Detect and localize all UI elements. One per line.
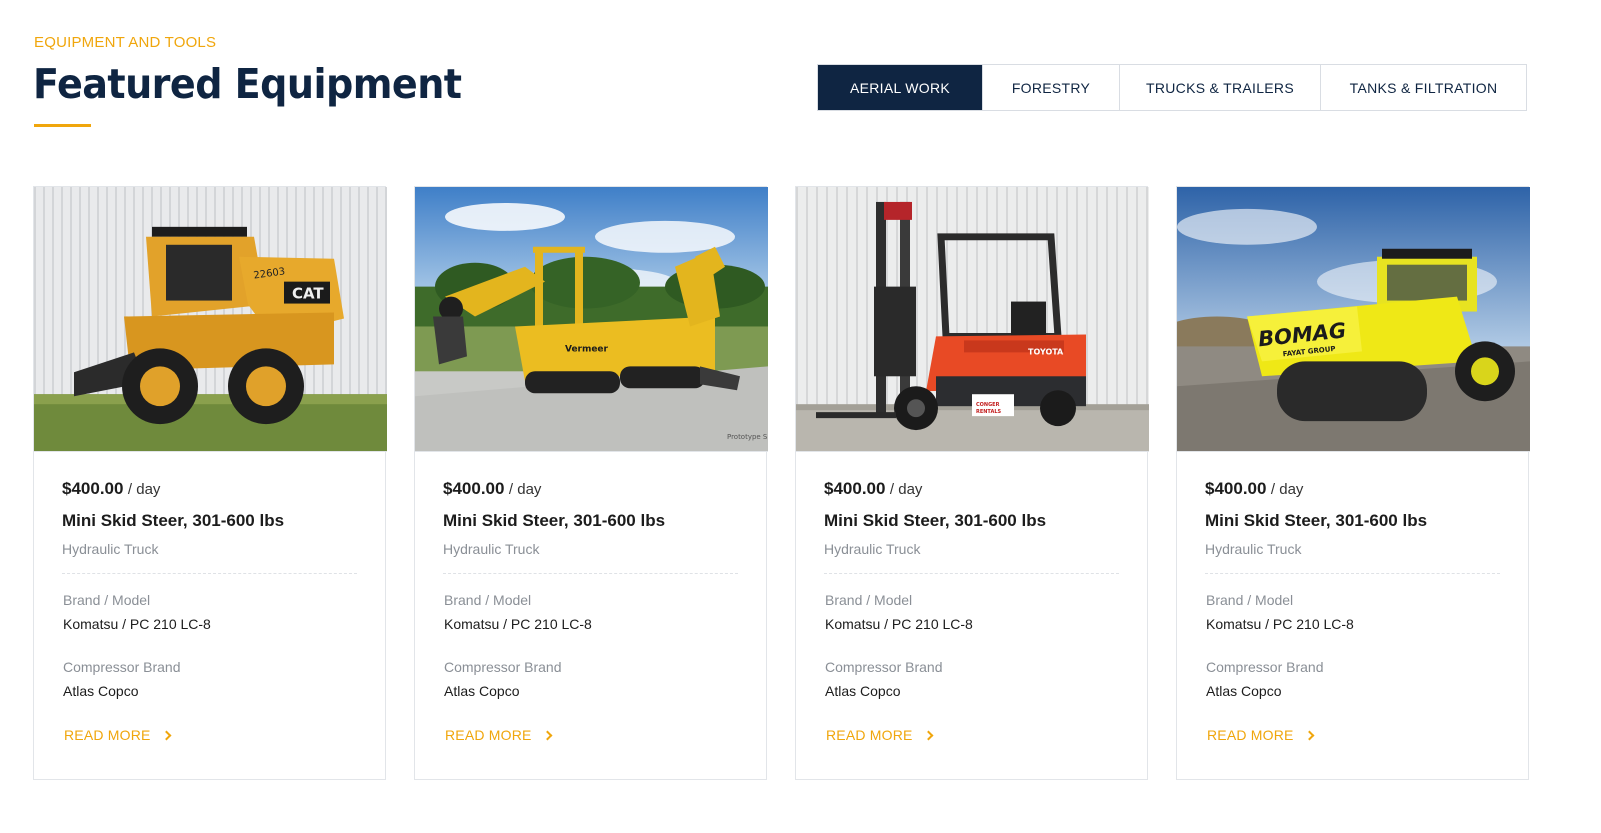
spec-label: Compressor Brand bbox=[1206, 659, 1324, 675]
spec-label: Compressor Brand bbox=[63, 659, 181, 675]
title-underline bbox=[34, 124, 91, 127]
read-more-link[interactable]: READ MORE bbox=[1205, 727, 1315, 743]
price-row: $400.00 / day bbox=[1205, 479, 1500, 499]
price-unit: / day bbox=[889, 481, 923, 498]
chevron-right-icon bbox=[542, 730, 553, 740]
tab-forestry[interactable]: FORESTRY bbox=[982, 65, 1119, 110]
chevron-right-icon bbox=[161, 730, 172, 740]
svg-text:Prototype Sh: Prototype Sh bbox=[727, 433, 768, 441]
spec-value: Komatsu / PC 210 LC-8 bbox=[63, 616, 211, 632]
read-more-link[interactable]: READ MORE bbox=[824, 727, 934, 743]
spec-value: Atlas Copco bbox=[825, 683, 901, 699]
spec-compressor-brand: Compressor Brand Atlas Copco bbox=[443, 659, 738, 699]
read-more-label: READ MORE bbox=[64, 727, 151, 743]
price: $400.00 bbox=[62, 479, 124, 498]
price-row: $400.00 / day bbox=[443, 479, 738, 499]
spec-label: Brand / Model bbox=[444, 592, 532, 608]
svg-text:RENTALS: RENTALS bbox=[976, 409, 1002, 415]
spec-label: Compressor Brand bbox=[444, 659, 562, 675]
read-more-link[interactable]: READ MORE bbox=[62, 727, 172, 743]
equipment-image[interactable]: CAT 22603 bbox=[34, 187, 387, 452]
spec-value: Komatsu / PC 210 LC-8 bbox=[444, 616, 592, 632]
spec-value: Komatsu / PC 210 LC-8 bbox=[1206, 616, 1354, 632]
tab-tanks-filtration[interactable]: TANKS & FILTRATION bbox=[1320, 65, 1526, 110]
spec-label: Brand / Model bbox=[1206, 592, 1294, 608]
chevron-right-icon bbox=[923, 730, 934, 740]
spec-brand-model: Brand / Model Komatsu / PC 210 LC-8 bbox=[62, 592, 357, 632]
dashed-divider bbox=[62, 573, 357, 574]
price: $400.00 bbox=[443, 479, 505, 498]
equipment-title[interactable]: Mini Skid Steer, 301-600 lbs bbox=[824, 511, 1119, 531]
spec-label: Brand / Model bbox=[63, 592, 151, 608]
dashed-divider bbox=[824, 573, 1119, 574]
dashed-divider bbox=[443, 573, 738, 574]
equipment-subtitle: Hydraulic Truck bbox=[62, 541, 159, 557]
price-row: $400.00 / day bbox=[62, 479, 357, 499]
category-tabs: AERIAL WORK FORESTRY TRUCKS & TRAILERS T… bbox=[817, 64, 1527, 111]
section-eyebrow: EQUIPMENT AND TOOLS bbox=[34, 34, 217, 51]
spec-value: Komatsu / PC 210 LC-8 bbox=[825, 616, 973, 632]
equipment-subtitle: Hydraulic Truck bbox=[443, 541, 540, 557]
spec-brand-model: Brand / Model Komatsu / PC 210 LC-8 bbox=[1205, 592, 1500, 632]
spec-compressor-brand: Compressor Brand Atlas Copco bbox=[62, 659, 357, 699]
vermeer-logo: Vermeer bbox=[565, 344, 609, 354]
chevron-right-icon bbox=[1304, 730, 1315, 740]
read-more-label: READ MORE bbox=[445, 727, 532, 743]
spec-compressor-brand: Compressor Brand Atlas Copco bbox=[824, 659, 1119, 699]
spec-compressor-brand: Compressor Brand Atlas Copco bbox=[1205, 659, 1500, 699]
equipment-title[interactable]: Mini Skid Steer, 301-600 lbs bbox=[62, 511, 357, 531]
price: $400.00 bbox=[824, 479, 886, 498]
card-body: $400.00 / day Mini Skid Steer, 301-600 l… bbox=[443, 479, 738, 745]
tab-aerial-work[interactable]: AERIAL WORK bbox=[818, 65, 982, 110]
price: $400.00 bbox=[1205, 479, 1267, 498]
card-body: $400.00 / day Mini Skid Steer, 301-600 l… bbox=[1205, 479, 1500, 745]
dashed-divider bbox=[1205, 573, 1500, 574]
toyota-logo: TOYOTA bbox=[1028, 347, 1064, 356]
price-unit: / day bbox=[1270, 481, 1304, 498]
equipment-title[interactable]: Mini Skid Steer, 301-600 lbs bbox=[1205, 511, 1500, 531]
equipment-card[interactable]: BOMAG FAYAT GROUP $400.00 / day Mini Ski… bbox=[1176, 186, 1530, 780]
equipment-card-list: CAT 22603 $400.00 / day Mini Skid Steer,… bbox=[33, 186, 1530, 780]
price-unit: / day bbox=[127, 481, 161, 498]
spec-value: Atlas Copco bbox=[63, 683, 139, 699]
cat-logo: CAT bbox=[292, 285, 324, 303]
read-more-label: READ MORE bbox=[826, 727, 913, 743]
equipment-image[interactable]: Vermeer Prototype Sh bbox=[415, 187, 768, 452]
price-unit: / day bbox=[508, 481, 542, 498]
spec-label: Brand / Model bbox=[825, 592, 913, 608]
read-more-link[interactable]: READ MORE bbox=[443, 727, 553, 743]
equipment-image[interactable]: TOYOTA CONGER RENTALS bbox=[796, 187, 1149, 452]
spec-label: Compressor Brand bbox=[825, 659, 943, 675]
equipment-title[interactable]: Mini Skid Steer, 301-600 lbs bbox=[443, 511, 738, 531]
svg-text:CONGER: CONGER bbox=[976, 402, 1000, 408]
equipment-image[interactable]: BOMAG FAYAT GROUP bbox=[1177, 187, 1530, 452]
spec-value: Atlas Copco bbox=[444, 683, 520, 699]
page-title: Featured Equipment bbox=[33, 60, 462, 108]
read-more-label: READ MORE bbox=[1207, 727, 1294, 743]
equipment-subtitle: Hydraulic Truck bbox=[824, 541, 921, 557]
spec-brand-model: Brand / Model Komatsu / PC 210 LC-8 bbox=[824, 592, 1119, 632]
equipment-card[interactable]: CAT 22603 $400.00 / day Mini Skid Steer,… bbox=[33, 186, 387, 780]
equipment-card[interactable]: TOYOTA CONGER RENTALS $400.00 / day Mini… bbox=[795, 186, 1149, 780]
spec-brand-model: Brand / Model Komatsu / PC 210 LC-8 bbox=[443, 592, 738, 632]
equipment-card[interactable]: Vermeer Prototype Sh $400.00 / day Mini … bbox=[414, 186, 768, 780]
card-body: $400.00 / day Mini Skid Steer, 301-600 l… bbox=[824, 479, 1119, 745]
price-row: $400.00 / day bbox=[824, 479, 1119, 499]
tab-trucks-trailers[interactable]: TRUCKS & TRAILERS bbox=[1119, 65, 1320, 110]
spec-value: Atlas Copco bbox=[1206, 683, 1282, 699]
card-body: $400.00 / day Mini Skid Steer, 301-600 l… bbox=[62, 479, 357, 745]
equipment-subtitle: Hydraulic Truck bbox=[1205, 541, 1302, 557]
